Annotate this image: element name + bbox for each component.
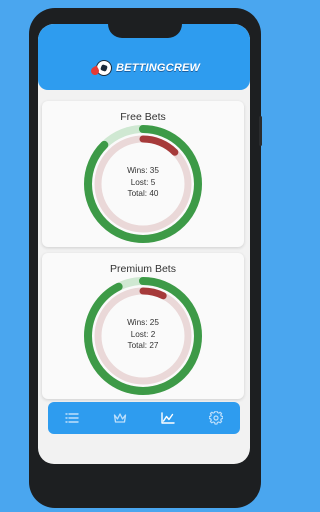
app-logo: BETTINGCREW: [89, 60, 201, 77]
logo-ball-icon: [89, 60, 112, 77]
card-title: Premium Bets: [110, 263, 176, 275]
logo-flame-icon: [89, 65, 101, 77]
app-title: BETTINGCREW: [116, 62, 201, 74]
phone-side-button: [259, 116, 262, 146]
lost-label: Lost: 2: [130, 329, 156, 339]
wins-label: Wins: 35: [127, 166, 159, 175]
app-screen: BETTINGCREW Free Bets Wins: 35 Lost: 5 T…: [38, 24, 250, 464]
premium-bets-card: Premium Bets Wins: 25 Lost: 2 Total: 27: [42, 253, 244, 399]
free-bets-stats: Wins: 35 Lost: 5 Total: 40: [42, 165, 244, 200]
crown-icon: [113, 413, 127, 423]
card-title: Free Bets: [120, 111, 166, 123]
total-label: Total: 27: [127, 341, 159, 350]
list-icon: [65, 413, 79, 423]
nav-list-button[interactable]: [58, 404, 86, 432]
nav-stats-button[interactable]: [154, 404, 182, 432]
lost-label: Lost: 5: [130, 177, 156, 187]
wins-label: Wins: 25: [127, 318, 159, 327]
chart-icon: [161, 412, 175, 424]
nav-settings-button[interactable]: [202, 404, 230, 432]
free-bets-card: Free Bets Wins: 35 Lost: 5 Total: 40: [42, 101, 244, 247]
camera-notch: [108, 20, 182, 38]
total-label: Total: 40: [127, 189, 159, 198]
premium-bets-stats: Wins: 25 Lost: 2 Total: 27: [42, 317, 244, 352]
gear-icon: [209, 411, 223, 425]
bottom-nav: [48, 402, 240, 434]
nav-premium-button[interactable]: [106, 404, 134, 432]
